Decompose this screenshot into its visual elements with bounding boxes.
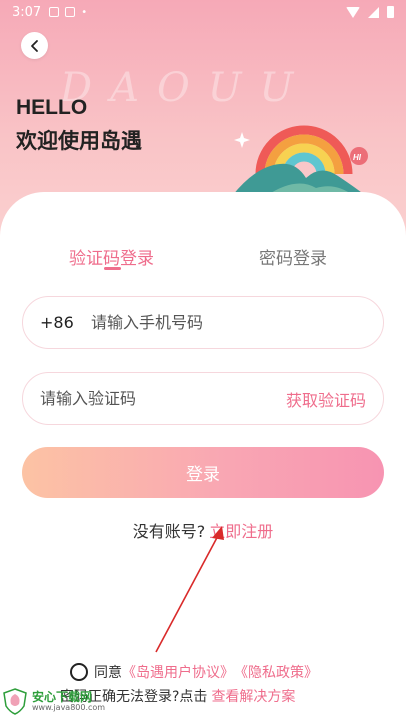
phone-field: +86 (22, 296, 384, 349)
signal-icon (368, 6, 379, 18)
status-bar: 3:07 • (0, 0, 406, 24)
country-code[interactable]: +86 (23, 313, 91, 332)
get-code-button[interactable]: 获取验证码 (286, 387, 366, 411)
tab-sms-login[interactable]: 验证码登录 (69, 244, 154, 269)
annotation-arrow (155, 526, 224, 653)
dot-icon: • (81, 6, 88, 18)
status-time: 3:07 (12, 4, 42, 20)
login-button[interactable]: 登录 (22, 447, 384, 498)
chevron-left-icon (30, 39, 38, 52)
agreement-row: 同意 《岛遇用户协议》 《隐私政策》 (70, 662, 318, 682)
site-watermark-url: www.java800.com (32, 703, 106, 712)
tab-password-login[interactable]: 密码登录 (259, 244, 327, 269)
user-agreement-link[interactable]: 《岛遇用户协议》 (122, 662, 234, 682)
help-solution-link[interactable]: 查看解决方案 (211, 686, 295, 706)
phone-input[interactable] (91, 313, 361, 332)
privacy-policy-link[interactable]: 《隐私政策》 (234, 662, 318, 682)
battery-icon (387, 6, 394, 18)
verification-code-input[interactable] (40, 389, 260, 408)
code-field: 获取验证码 (22, 372, 384, 425)
sparkle-icon (234, 132, 250, 148)
wifi-icon (346, 6, 360, 18)
svg-text:HI: HI (353, 153, 362, 162)
hello-heading: HELLO (16, 96, 88, 119)
back-button[interactable] (21, 32, 48, 59)
agree-prefix: 同意 (94, 665, 122, 681)
shield-logo-icon (3, 688, 27, 715)
site-watermark-logo (0, 686, 30, 716)
agree-radio[interactable] (70, 663, 88, 681)
welcome-heading: 欢迎使用岛遇 (16, 129, 142, 153)
notification-icon (49, 7, 60, 17)
gallery-icon (65, 7, 76, 17)
active-tab-indicator (104, 267, 121, 270)
